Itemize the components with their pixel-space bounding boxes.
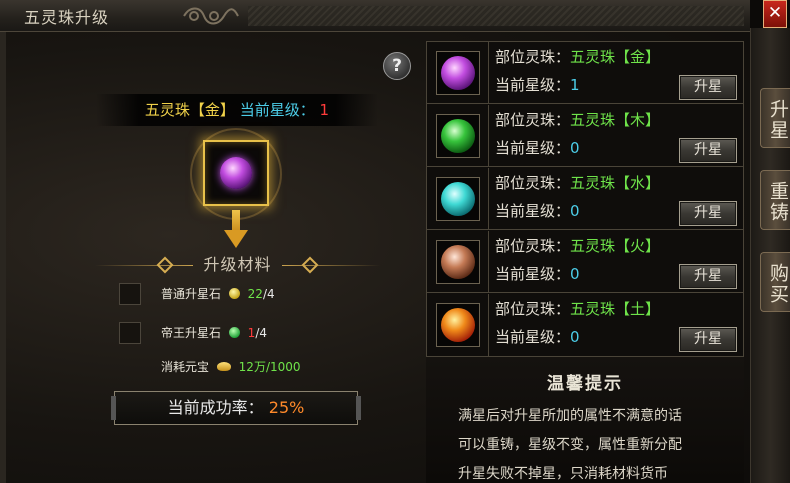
divider-right bbox=[282, 265, 380, 266]
part-star-label: 当前星级： bbox=[495, 76, 571, 94]
part-star-label: 当前星级： bbox=[495, 328, 571, 346]
divider-left bbox=[95, 265, 193, 266]
part-label: 部位灵珠： bbox=[495, 48, 571, 66]
tips-line: 可以重铸，星级不变，属性重新分配 bbox=[458, 437, 682, 453]
green-orb-icon bbox=[441, 119, 475, 153]
help-button[interactable]: ? bbox=[383, 52, 411, 80]
materials-section-title: 升级材料 bbox=[95, 254, 380, 276]
close-button[interactable]: ✕ bbox=[763, 0, 787, 28]
part-star-label: 当前星级： bbox=[495, 139, 571, 157]
yuanbao-label: 消耗元宝 bbox=[161, 360, 210, 374]
part-name: 五灵珠【水】 bbox=[570, 174, 661, 192]
tips-line: 满星后对升星所加的属性不满意的话 bbox=[458, 408, 682, 424]
list-item[interactable]: 部位灵珠：五灵珠【火】 当前星级：0 升星 bbox=[427, 231, 743, 293]
part-star-value: 0 bbox=[570, 328, 580, 346]
material-need: /4 bbox=[262, 287, 275, 301]
part-star-label: 当前星级： bbox=[495, 265, 571, 283]
success-rate-box: 当前成功率： 25% bbox=[111, 391, 361, 425]
list-item[interactable]: 部位灵珠：五灵珠【金】 当前星级：1 升星 bbox=[427, 42, 743, 104]
part-star-label: 当前星级： bbox=[495, 202, 571, 220]
success-rate-label: 当前成功率： bbox=[167, 398, 264, 417]
brown-orb-icon bbox=[441, 245, 475, 279]
part-name: 五灵珠【土】 bbox=[570, 300, 661, 318]
material-checkbox[interactable] bbox=[119, 322, 141, 344]
selected-orb-icon bbox=[220, 157, 252, 189]
part-label: 部位灵珠： bbox=[495, 111, 571, 129]
down-arrow-icon bbox=[232, 210, 240, 232]
tab-upgrade-star[interactable]: 升星 bbox=[760, 88, 790, 148]
upgrade-star-button[interactable]: 升星 bbox=[679, 327, 737, 352]
title-bar: 五灵珠升级 bbox=[0, 0, 750, 32]
window-title: 五灵珠升级 bbox=[24, 8, 110, 27]
part-name: 五灵珠【金】 bbox=[570, 48, 661, 66]
title-ornament-icon bbox=[183, 7, 239, 25]
yuanbao-icon bbox=[216, 362, 231, 371]
success-rate-value: 25% bbox=[268, 398, 305, 417]
upgrade-star-button[interactable]: 升星 bbox=[679, 264, 737, 289]
part-label: 部位灵珠： bbox=[495, 237, 571, 255]
part-star-value: 0 bbox=[570, 139, 580, 157]
yuanbao-value: 12万/1000 bbox=[238, 360, 301, 374]
material-name: 帝王升星石 bbox=[161, 326, 222, 340]
material-name: 普通升星石 bbox=[161, 287, 222, 301]
stone-icon bbox=[228, 327, 240, 338]
part-name: 五灵珠【木】 bbox=[570, 111, 661, 129]
selected-orb-name: 五灵珠【金】 bbox=[144, 101, 235, 119]
stone-icon bbox=[228, 288, 240, 299]
upgrade-star-button[interactable]: 升星 bbox=[679, 75, 737, 100]
list-item[interactable]: 部位灵珠：五灵珠【土】 当前星级：0 升星 bbox=[427, 294, 743, 356]
part-star-value: 0 bbox=[570, 202, 580, 220]
selected-star-label: 当前星级： bbox=[239, 101, 315, 119]
material-need: /4 bbox=[255, 326, 267, 340]
tab-recast[interactable]: 重铸 bbox=[760, 170, 790, 230]
material-have: 22 bbox=[247, 287, 263, 301]
part-name: 五灵珠【火】 bbox=[570, 237, 661, 255]
orb-parts-list: 部位灵珠：五灵珠【金】 当前星级：1 升星 部位灵珠：五灵珠【木】 当前星级：0… bbox=[426, 41, 744, 357]
upgrade-star-button[interactable]: 升星 bbox=[679, 201, 737, 226]
purple-orb-icon bbox=[441, 56, 475, 90]
list-item[interactable]: 部位灵珠：五灵珠【水】 当前星级：0 升星 bbox=[427, 168, 743, 230]
down-arrow-head-icon bbox=[224, 230, 248, 248]
upgrade-star-button[interactable]: 升星 bbox=[679, 138, 737, 163]
selected-orb-header: 五灵珠【金】 当前星级： 1 bbox=[96, 94, 378, 126]
diamond-ornament-icon bbox=[156, 256, 174, 274]
part-label: 部位灵珠： bbox=[495, 300, 571, 318]
part-star-value: 1 bbox=[570, 76, 580, 94]
title-hatch-decoration bbox=[248, 6, 744, 26]
tips-title: 温馨提示 bbox=[547, 374, 623, 394]
tips-panel: 温馨提示 满星后对升星所加的属性不满意的话 可以重铸，星级不变，属性重新分配 升… bbox=[426, 357, 744, 483]
cyan-orb-icon bbox=[441, 182, 475, 216]
selected-star-value: 1 bbox=[319, 101, 330, 119]
tab-buy[interactable]: 购买 bbox=[760, 252, 790, 312]
orange-orb-icon bbox=[441, 308, 475, 342]
list-item[interactable]: 部位灵珠：五灵珠【木】 当前星级：0 升星 bbox=[427, 105, 743, 167]
material-checkbox[interactable] bbox=[119, 283, 141, 305]
tips-line: 升星失败不掉星，只消耗材料货币 bbox=[458, 466, 668, 482]
part-label: 部位灵珠： bbox=[495, 174, 571, 192]
part-star-value: 0 bbox=[570, 265, 580, 283]
materials-title: 升级材料 bbox=[203, 255, 272, 274]
